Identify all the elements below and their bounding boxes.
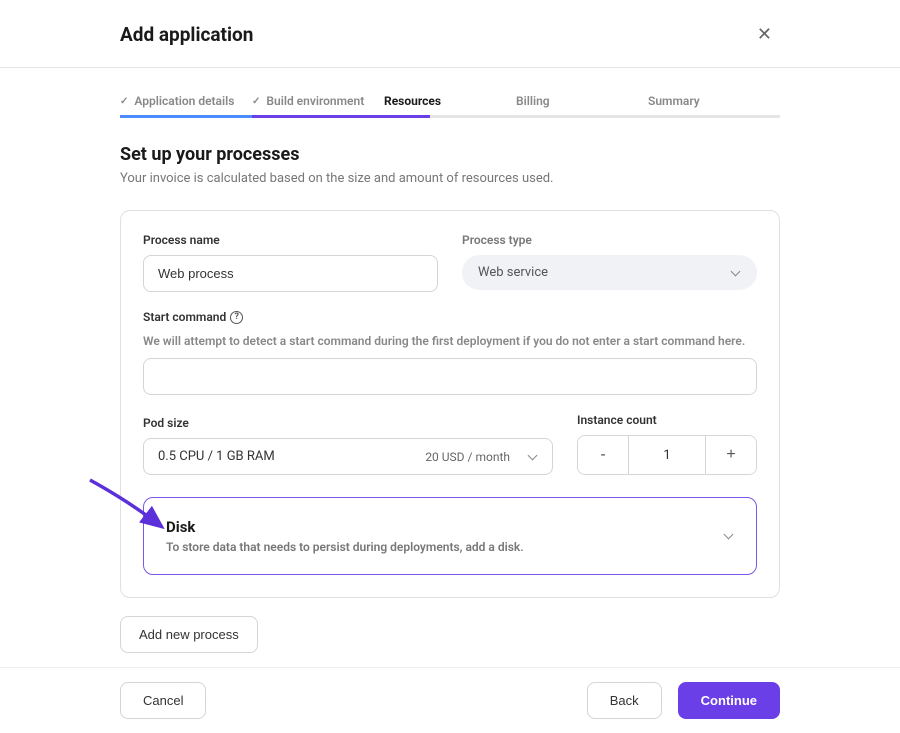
add-new-process-button[interactable]: Add new process [120,616,258,653]
pod-size-value: 0.5 CPU / 1 GB RAM [158,449,275,464]
chevron-down-icon [724,531,734,541]
step-label: Billing [516,94,550,108]
disk-title: Disk [166,518,524,536]
chevron-down-icon [731,268,741,278]
close-icon: ✕ [757,24,772,44]
section-title: Set up your processes [120,144,780,165]
increment-button[interactable]: + [706,436,756,474]
disk-panel[interactable]: Disk To store data that needs to persist… [143,497,757,575]
continue-button[interactable]: Continue [678,682,780,719]
step-label: Summary [648,94,700,108]
pod-size-select[interactable]: 0.5 CPU / 1 GB RAM 20 USD / month [143,438,553,475]
process-type-label: Process type [462,233,757,247]
track-segment [430,115,516,118]
pod-size-label: Pod size [143,416,553,430]
check-icon: ✓ [120,96,128,107]
step-label: Application details [134,94,234,108]
section-subtitle: Your invoice is calculated based on the … [120,171,780,186]
stepper: ✓ Application details ✓ Build environmen… [120,94,780,118]
start-command-hint: We will attempt to detect a start comman… [143,332,757,350]
modal-title: Add application [120,23,253,46]
process-type-value: Web service [478,265,548,280]
instance-count-label: Instance count [577,413,757,427]
instance-count-value: 1 [628,436,706,474]
pod-size-price: 20 USD / month [425,450,510,464]
step-label: Build environment [266,94,364,108]
stepper-track [120,115,780,118]
decrement-button[interactable]: - [578,436,628,474]
back-button[interactable]: Back [587,682,662,719]
help-icon[interactable]: ? [230,311,243,324]
process-card: Process name Process type Web service St… [120,210,780,598]
process-type-select[interactable]: Web service [462,255,757,290]
step-label: Resources [384,94,441,108]
start-command-label: Start command ? [143,310,757,324]
instance-count-stepper: - 1 + [577,435,757,475]
process-name-label: Process name [143,233,438,247]
close-button[interactable]: ✕ [749,20,780,49]
start-command-input[interactable] [143,358,757,395]
disk-description: To store data that needs to persist duri… [166,540,524,554]
chevron-down-icon [528,452,538,462]
process-name-input[interactable] [143,255,438,292]
check-icon: ✓ [252,96,260,107]
track-segment [648,115,780,118]
track-segment [384,115,430,118]
track-segment [252,115,384,118]
cancel-button[interactable]: Cancel [120,682,206,719]
modal-header: Add application ✕ [0,0,900,68]
track-segment [516,115,648,118]
footer: Cancel Back Continue [0,667,900,733]
track-segment [120,115,252,118]
